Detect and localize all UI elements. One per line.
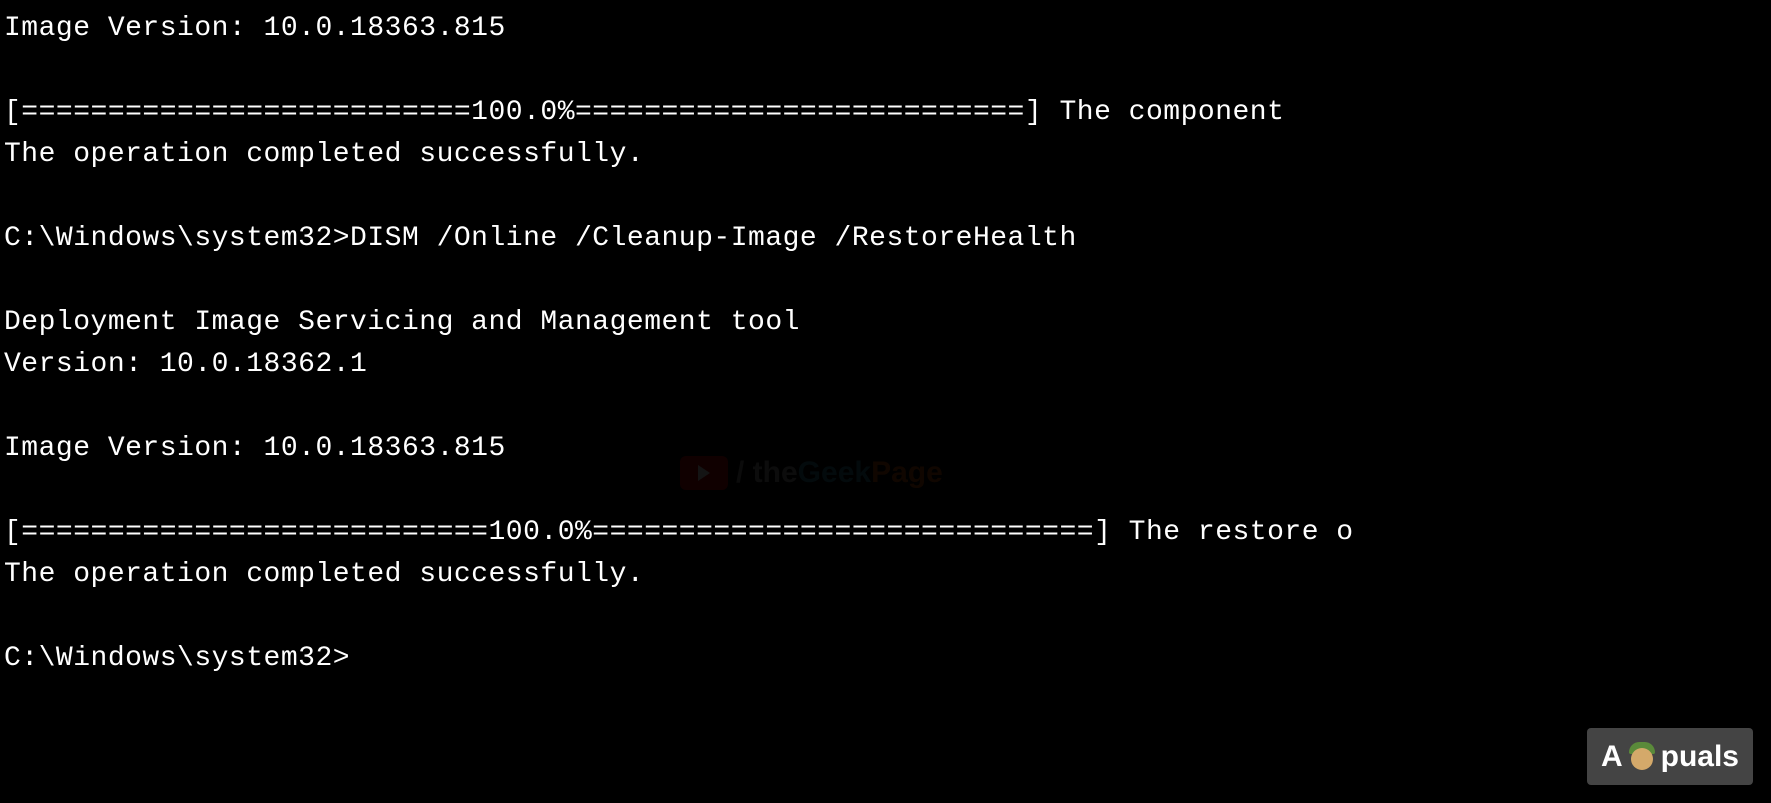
output-line: Image Version: 10.0.18363.815 (4, 8, 1767, 50)
progress-line: [===========================100.0%======… (4, 512, 1767, 554)
output-line: Image Version: 10.0.18363.815 (4, 428, 1767, 470)
watermark-suffix: puals (1661, 734, 1739, 779)
prompt-line: C:\Windows\system32> (4, 638, 1767, 680)
progress-line: [==========================100.0%=======… (4, 92, 1767, 134)
blank-line (4, 386, 1767, 428)
blank-line (4, 50, 1767, 92)
output-line: Deployment Image Servicing and Managemen… (4, 302, 1767, 344)
watermark-prefix: A (1601, 734, 1623, 779)
command-line: C:\Windows\system32>DISM /Online /Cleanu… (4, 218, 1767, 260)
mascot-icon (1627, 742, 1657, 772)
output-line: The operation completed successfully. (4, 554, 1767, 596)
blank-line (4, 596, 1767, 638)
output-line: The operation completed successfully. (4, 134, 1767, 176)
output-line: Version: 10.0.18362.1 (4, 344, 1767, 386)
terminal-output[interactable]: Image Version: 10.0.18363.815 [=========… (4, 8, 1767, 680)
blank-line (4, 176, 1767, 218)
blank-line (4, 260, 1767, 302)
corner-watermark: A puals (1587, 728, 1753, 785)
blank-line (4, 470, 1767, 512)
